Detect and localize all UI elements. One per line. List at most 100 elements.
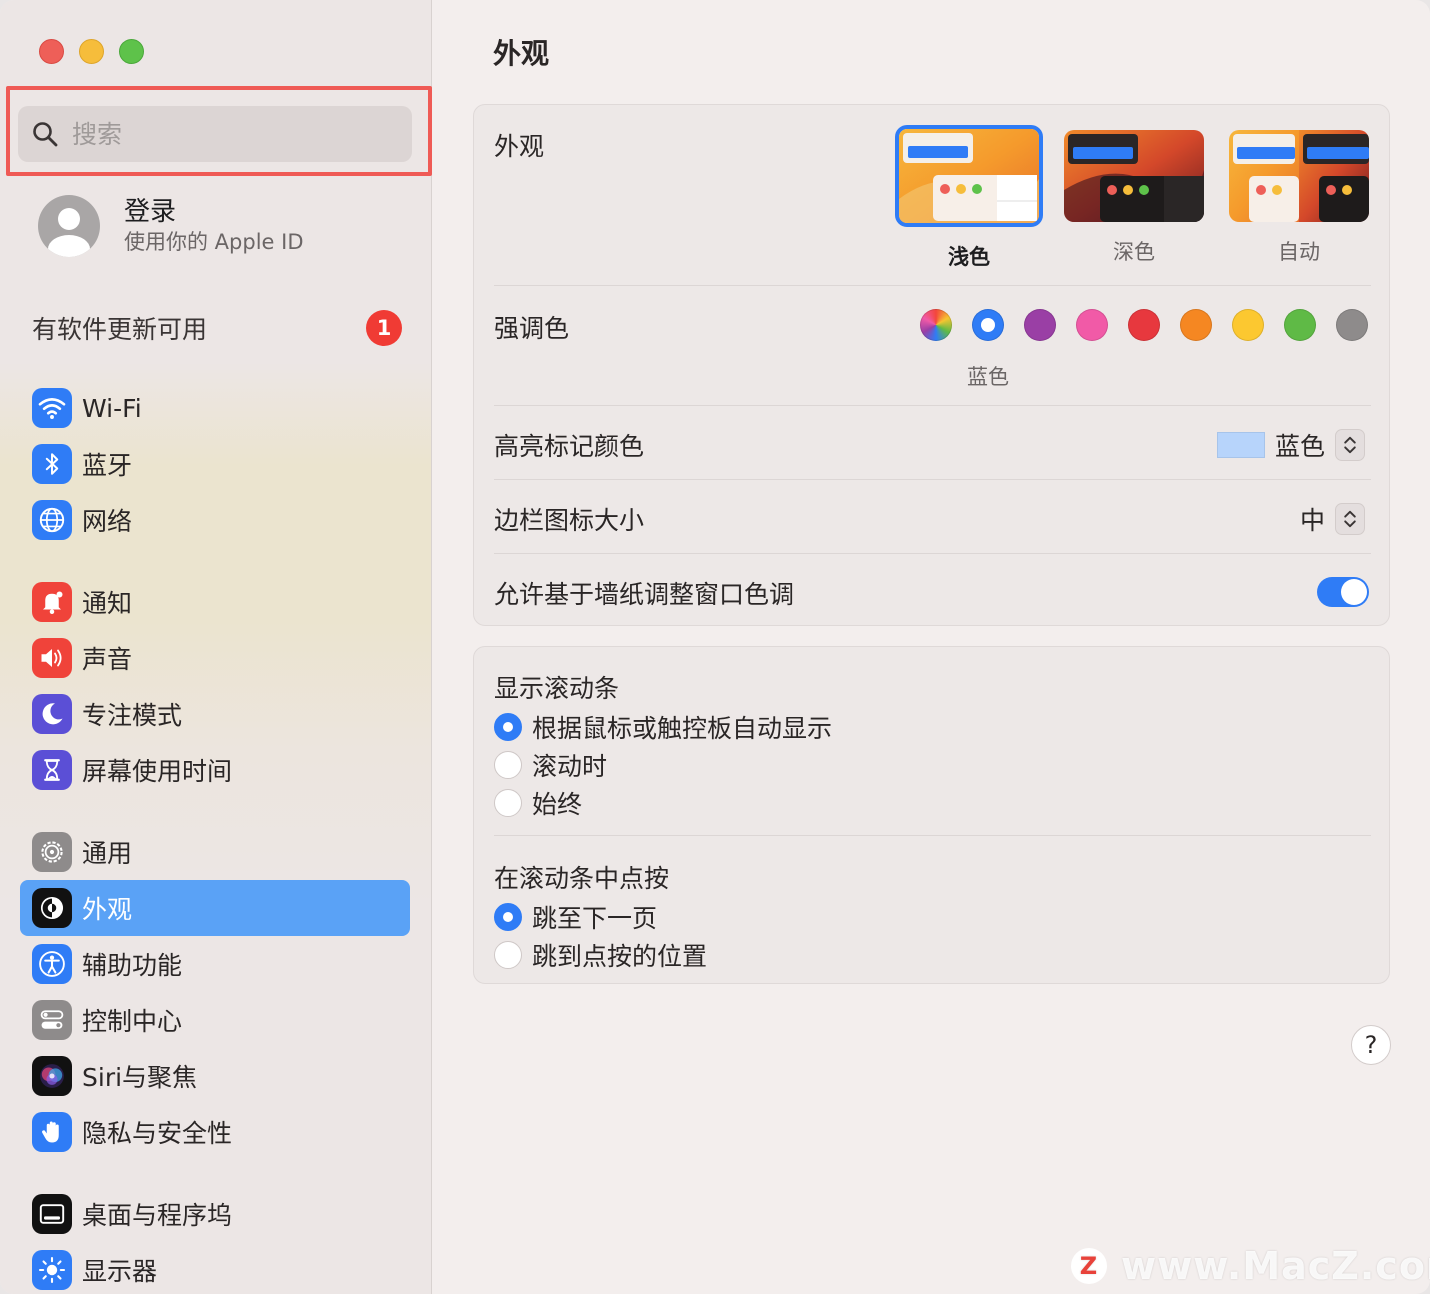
- wifi-icon: [32, 388, 72, 428]
- sidebar-item-control-center[interactable]: 控制中心: [20, 992, 410, 1048]
- sidebar-icon-size-value: 中: [1299, 506, 1325, 535]
- zoom-button[interactable]: [119, 39, 144, 64]
- accent-yellow-swatch[interactable]: [1232, 309, 1264, 341]
- theme-auto-label: 自动: [1278, 240, 1320, 264]
- accent-blue-swatch[interactable]: [972, 309, 1004, 341]
- click-scrollbar-label: 在滚动条中点按: [494, 864, 670, 893]
- bluetooth-icon: [32, 444, 72, 484]
- radio-jump-clicked-spot[interactable]: 跳到点按的位置: [494, 937, 707, 973]
- divider: [494, 553, 1371, 554]
- appearance-icon: [32, 888, 72, 928]
- sidebar-item-label: 显示器: [82, 1257, 158, 1286]
- theme-light-label: 浅色: [948, 245, 990, 269]
- toggles-icon: [32, 1000, 72, 1040]
- update-count-badge: 1: [366, 310, 402, 346]
- sidebar-item-general[interactable]: 通用: [20, 824, 410, 880]
- accent-purple-swatch[interactable]: [1024, 309, 1056, 341]
- accent-pink-swatch[interactable]: [1076, 309, 1108, 341]
- highlight-value: 蓝色: [1274, 432, 1325, 461]
- sidebar-icon-size-popup[interactable]: 中: [1300, 501, 1365, 537]
- sidebar-item-label: 声音: [82, 645, 133, 674]
- sidebar-item-wifi[interactable]: Wi-Fi: [20, 380, 410, 436]
- wallpaper-tint-toggle[interactable]: [1317, 577, 1369, 607]
- bell-icon: [32, 582, 72, 622]
- sidebar-item-network[interactable]: 网络: [20, 492, 410, 548]
- sidebar-item-notifications[interactable]: 通知: [20, 574, 410, 630]
- sidebar-item-label: 通用: [82, 839, 133, 868]
- sun-icon: [32, 1250, 72, 1290]
- radio-button[interactable]: [494, 713, 522, 741]
- search-icon: [33, 122, 58, 147]
- sidebar-icon-size-stepper[interactable]: [1335, 503, 1365, 535]
- sidebar-item-screen-time[interactable]: 屏幕使用时间: [20, 742, 410, 798]
- globe-icon: [32, 500, 72, 540]
- sidebar-item-accessibility[interactable]: 辅助功能: [20, 936, 410, 992]
- login-title: 登录: [124, 197, 177, 227]
- search-input[interactable]: [72, 119, 372, 149]
- sidebar-item-label: 屏幕使用时间: [82, 757, 233, 786]
- sidebar-item-label: 专注模式: [82, 701, 183, 730]
- apple-id-login[interactable]: 登录 使用你的 Apple ID: [38, 195, 304, 257]
- person-icon: [48, 208, 90, 257]
- divider: [494, 479, 1371, 480]
- sidebar-item-label: 蓝牙: [82, 451, 133, 480]
- minimize-button[interactable]: [79, 39, 104, 64]
- theme-dark-option[interactable]: 深色: [1060, 125, 1208, 266]
- macz-logo-icon: Z: [1071, 1248, 1107, 1284]
- up-down-chevron-icon: [1344, 510, 1356, 528]
- radio-jump-next-page[interactable]: 跳至下一页: [494, 899, 657, 935]
- accent-green-swatch[interactable]: [1284, 309, 1316, 341]
- theme-light-option[interactable]: 浅色: [895, 125, 1043, 271]
- theme-light-thumbnail: [895, 125, 1043, 227]
- sidebar-item-label: 桌面与程序坞: [82, 1201, 233, 1230]
- divider: [494, 405, 1371, 406]
- search-field[interactable]: [18, 106, 412, 162]
- hourglass-icon: [32, 750, 72, 790]
- theme-auto-option[interactable]: 自动: [1225, 125, 1373, 266]
- radio-scroll-when-scrolling[interactable]: 滚动时: [494, 747, 607, 783]
- appearance-panel: 外观 浅色 深色 自动 强调色 蓝色 高亮标记颜色 蓝色 边栏图标大小 中 允许…: [473, 104, 1390, 626]
- sidebar-item-appearance[interactable]: 外观: [20, 880, 410, 936]
- sidebar-item-desktop-dock[interactable]: 桌面与程序坞: [20, 1186, 410, 1242]
- sidebar-icon-size-label: 边栏图标大小: [494, 506, 645, 535]
- speaker-icon: [32, 638, 72, 678]
- sidebar-item-label: Siri与聚焦: [82, 1063, 198, 1092]
- highlight-swatch: [1216, 432, 1265, 458]
- highlight-stepper[interactable]: [1335, 429, 1365, 461]
- software-update-row[interactable]: 有软件更新可用 1: [32, 306, 402, 350]
- theme-dark-thumbnail: [1064, 130, 1204, 222]
- divider: [494, 285, 1371, 286]
- highlight-color-popup[interactable]: 蓝色: [1216, 427, 1365, 463]
- accessibility-icon: [32, 944, 72, 984]
- dock-icon: [32, 1194, 72, 1234]
- gear-icon: [32, 832, 72, 872]
- sidebar-item-bluetooth[interactable]: 蓝牙: [20, 436, 410, 492]
- sidebar-item-privacy[interactable]: 隐私与安全性: [20, 1104, 410, 1160]
- sidebar-item-focus[interactable]: 专注模式: [20, 686, 410, 742]
- close-button[interactable]: [39, 39, 64, 64]
- accent-selected-name: 蓝色: [967, 365, 1009, 389]
- radio-button[interactable]: [494, 941, 522, 969]
- radio-label: 根据鼠标或触控板自动显示: [532, 714, 833, 743]
- accent-red-swatch[interactable]: [1128, 309, 1160, 341]
- accent-color-label: 强调色: [494, 314, 570, 343]
- radio-scroll-always[interactable]: 始终: [494, 785, 582, 821]
- sidebar-item-siri[interactable]: Siri与聚焦: [20, 1048, 410, 1104]
- wallpaper-tint-label: 允许基于墙纸调整窗口色调: [494, 580, 795, 609]
- siri-icon: [32, 1056, 72, 1096]
- sidebar-item-displays[interactable]: 显示器: [20, 1242, 410, 1294]
- help-button[interactable]: ?: [1351, 1025, 1391, 1065]
- radio-scroll-auto[interactable]: 根据鼠标或触控板自动显示: [494, 709, 832, 745]
- show-scrollbars-label: 显示滚动条: [494, 674, 620, 703]
- highlight-color-label: 高亮标记颜色: [494, 432, 645, 461]
- accent-orange-swatch[interactable]: [1180, 309, 1212, 341]
- radio-button[interactable]: [494, 789, 522, 817]
- sidebar-item-sound[interactable]: 声音: [20, 630, 410, 686]
- accent-multicolor-swatch[interactable]: [920, 309, 952, 341]
- accent-graphite-swatch[interactable]: [1336, 309, 1368, 341]
- radio-button[interactable]: [494, 751, 522, 779]
- radio-button[interactable]: [494, 903, 522, 931]
- radio-label: 跳至下一页: [532, 904, 658, 933]
- sidebar-item-label: 隐私与安全性: [82, 1119, 233, 1148]
- sidebar-item-label: 外观: [82, 895, 133, 924]
